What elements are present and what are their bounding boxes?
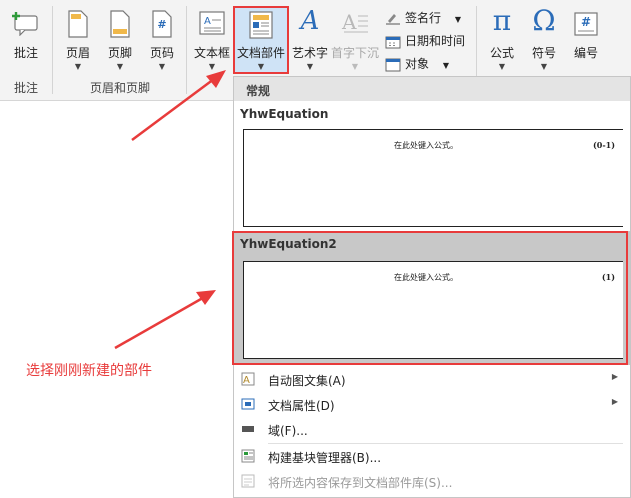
group-separator (186, 6, 187, 94)
chevron-down-icon: ▼ (74, 62, 82, 71)
comment-button[interactable]: 批注 (6, 6, 46, 76)
number-glyph: # (580, 15, 592, 29)
chevron-down-icon: ▼ (498, 62, 506, 71)
header-button[interactable]: 页眉 ▼ (60, 6, 96, 76)
header-icon (68, 10, 88, 38)
quick-parts-icon (249, 11, 273, 39)
menu-item-document-property[interactable]: 文档属性(D) ▶ (234, 392, 630, 416)
drop-cap-icon: A (341, 10, 368, 34)
drop-cap-label: 首字下沉 (330, 46, 379, 60)
gallery-item-title: YhwEquation (240, 107, 329, 121)
arrow-to-gallery-item (114, 290, 216, 350)
wordart-label: 艺术字 (291, 46, 328, 60)
symbol-button[interactable]: Ω 符号 ▼ (524, 4, 564, 76)
annotation-text: 选择刚刚新建的部件 (26, 363, 152, 379)
preview-text: 在此处键入公式。 (394, 141, 458, 150)
gallery-item-preview: 在此处键入公式。 (0-1) (243, 129, 623, 227)
chevron-down-icon: ▼ (454, 15, 461, 24)
signature-icon (386, 13, 400, 24)
object-label: 对象 (405, 57, 430, 71)
number-label: 编号 (573, 46, 598, 60)
signature-line-button[interactable]: 签名行 ▼ (385, 9, 461, 26)
chevron-down-icon: ▼ (208, 62, 216, 71)
header-label: 页眉 (65, 46, 90, 60)
comment-icon (12, 12, 38, 36)
chevron-down-icon: ▼ (306, 62, 314, 71)
save-selection-icon (241, 474, 255, 488)
menu-item-building-blocks[interactable]: 构建基块管理器(B)... (234, 444, 630, 468)
wordart-icon: A (300, 6, 320, 36)
comment-label: 批注 (13, 46, 38, 60)
svg-text:A: A (341, 10, 357, 34)
selection-highlight-box (232, 231, 628, 365)
object-button[interactable]: 对象 ▼ (385, 55, 449, 72)
equation-label: 公式 (489, 46, 514, 60)
signature-line-label: 签名行 (405, 11, 442, 25)
chevron-down-icon: ▼ (158, 62, 166, 71)
section-header: 常规 (234, 77, 630, 101)
building-blocks-icon (241, 449, 255, 463)
submenu-arrow-icon: ▶ (611, 397, 618, 406)
group-label-comments: 批注 (13, 81, 38, 95)
page-number-button[interactable]: # 页码 ▼ (144, 6, 180, 76)
autotext-icon: A (241, 372, 255, 386)
submenu-arrow-icon: ▶ (611, 372, 618, 381)
pi-icon: π (492, 4, 512, 37)
quick-parts-button[interactable]: 文档部件 ▼ (233, 6, 289, 76)
menu-item-label: 域(F)... (268, 424, 308, 438)
menu-item-save-selection[interactable]: 将所选内容保存到文档部件库(S)... (234, 469, 630, 493)
footer-label: 页脚 (107, 46, 132, 60)
chevron-down-icon: ▼ (351, 62, 359, 71)
omega-icon: Ω (532, 4, 556, 37)
number-button[interactable]: # 编号 (566, 6, 606, 76)
equation-button[interactable]: π 公式 ▼ (482, 4, 522, 76)
field-icon (242, 426, 254, 432)
object-icon (385, 58, 401, 71)
menu-item-label: 自动图文集(A) (268, 374, 346, 388)
svg-text:A: A (204, 16, 211, 27)
menu-item-label: 构建基块管理器(B)... (268, 451, 382, 465)
drop-cap-button[interactable]: A 首字下沉 ▼ (330, 6, 380, 76)
quick-parts-dropdown: 常规 YhwEquation 在此处键入公式。 (0-1) YhwEquatio… (232, 76, 631, 498)
chevron-down-icon: ▼ (442, 61, 449, 70)
wordart-button[interactable]: A 艺术字 ▼ (290, 6, 330, 76)
textbox-label: 文本框 (193, 46, 230, 60)
section-header-label: 常规 (246, 84, 271, 98)
textbox-icon: A (199, 11, 225, 35)
preview-number: (0-1) (592, 140, 615, 150)
date-time-label: 日期和时间 (405, 34, 466, 48)
gallery-item-yhwequation[interactable]: YhwEquation 在此处键入公式。 (0-1) (234, 103, 630, 227)
date-time-button[interactable]: 日期和时间 (385, 32, 465, 49)
document-property-icon (241, 398, 255, 410)
quick-parts-label: 文档部件 (236, 46, 285, 60)
calendar-icon (385, 36, 401, 48)
group-separator (52, 6, 53, 94)
symbol-label: 符号 (531, 46, 556, 60)
chevron-down-icon: ▼ (257, 62, 265, 71)
group-label-header-footer: 页眉和页脚 (89, 81, 150, 95)
page-number-glyph: # (157, 18, 167, 31)
chevron-down-icon: ▼ (116, 62, 124, 71)
menu-item-field[interactable]: 域(F)... (234, 417, 630, 441)
textbox-button[interactable]: A 文本框 ▼ (192, 6, 232, 76)
menu-item-label: 文档属性(D) (268, 399, 335, 413)
footer-icon (110, 10, 130, 38)
menu-item-label: 将所选内容保存到文档部件库(S)... (268, 476, 453, 490)
footer-button[interactable]: 页脚 ▼ (102, 6, 138, 76)
svg-text:A: A (243, 375, 250, 386)
menu-item-autotext[interactable]: A 自动图文集(A) ▶ (234, 367, 630, 391)
page-number-label: 页码 (149, 46, 174, 60)
chevron-down-icon: ▼ (540, 62, 548, 71)
